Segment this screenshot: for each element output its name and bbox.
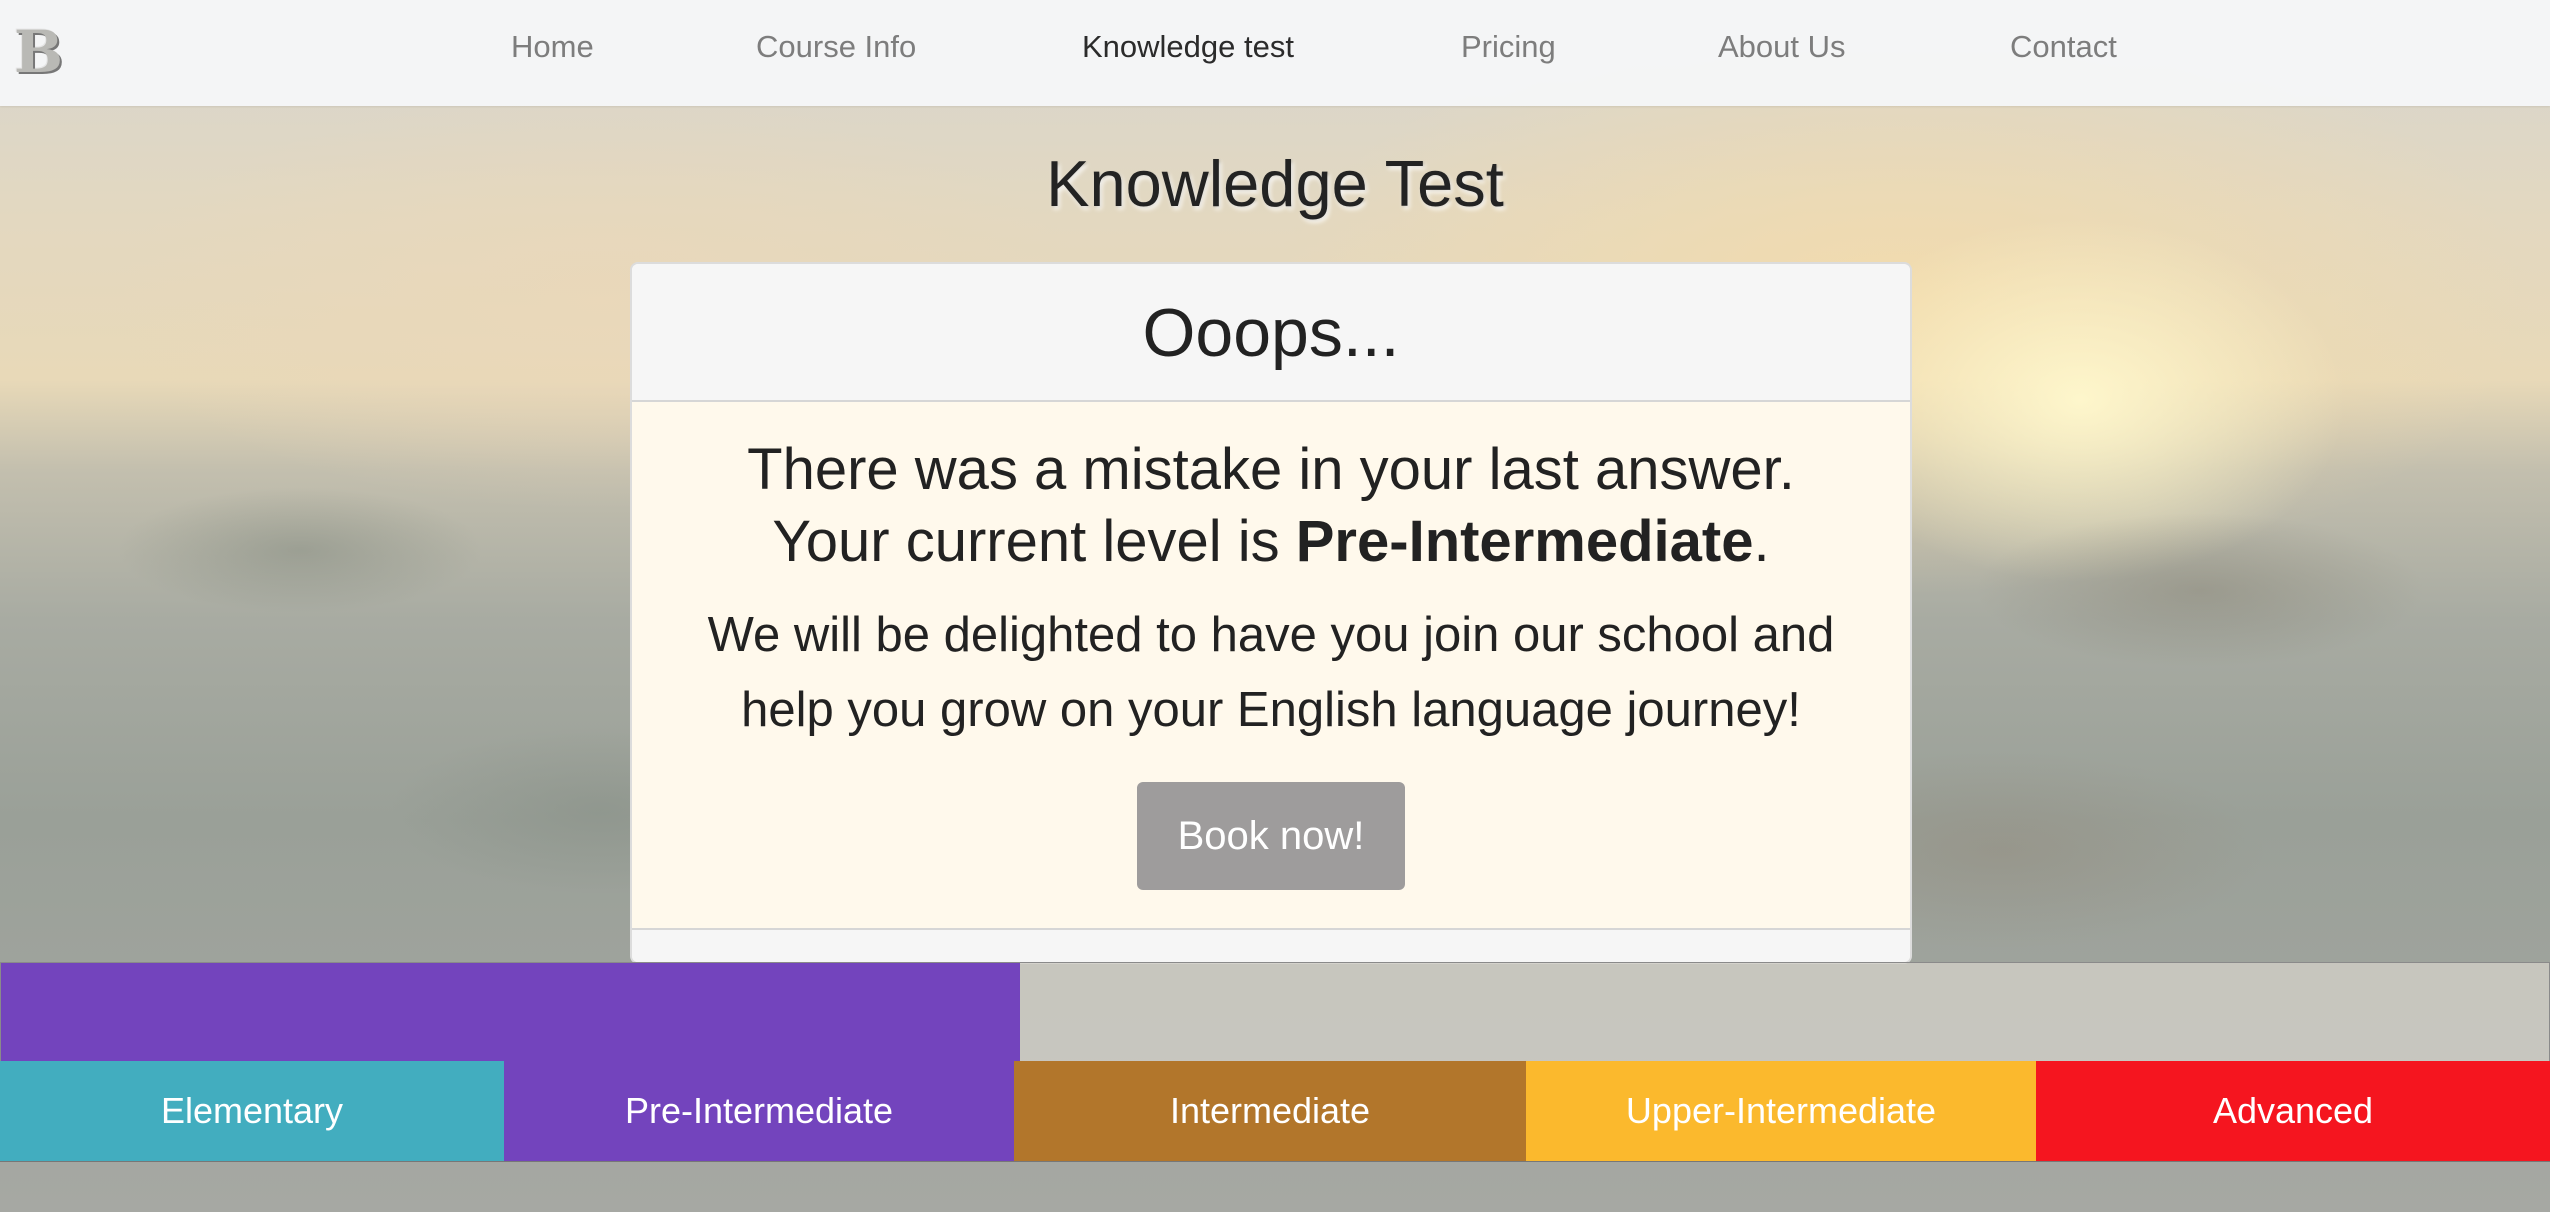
level-elementary[interactable]: Elementary (0, 1061, 504, 1161)
level-pre-intermediate[interactable]: Pre-Intermediate (504, 1061, 1014, 1161)
level-scale: Elementary Pre-Intermediate Intermediate… (0, 1061, 2550, 1162)
card-footer (632, 928, 1910, 962)
nav-item-contact[interactable]: Contact (2010, 29, 2117, 65)
nav-item-pricing[interactable]: Pricing (1461, 29, 1556, 65)
nav-item-home[interactable]: Home (511, 29, 594, 65)
current-level-value: Pre-Intermediate (1295, 509, 1754, 574)
nav-item-about-us[interactable]: About Us (1718, 29, 1846, 65)
card-header: Ooops... (632, 264, 1910, 402)
nav-item-knowledge-test[interactable]: Knowledge test (1082, 29, 1294, 65)
book-now-button[interactable]: Book now! (1137, 782, 1405, 890)
result-card: Ooops... There was a mistake in your las… (630, 262, 1912, 964)
level-advanced[interactable]: Advanced (2036, 1061, 2550, 1161)
navbar: B Home Course Info Knowledge test Pricin… (0, 0, 2550, 106)
level-intermediate[interactable]: Intermediate (1014, 1061, 1526, 1161)
mistake-message: There was a mistake in your last answer. (747, 437, 1795, 502)
level-upper-intermediate[interactable]: Upper-Intermediate (1526, 1061, 2036, 1161)
page-title: Knowledge Test (1046, 147, 1504, 220)
current-level-prefix: Your current level is (772, 509, 1296, 574)
nav-item-course-info[interactable]: Course Info (756, 29, 916, 65)
level-progress-fill (1, 963, 1021, 1061)
brand-logo[interactable]: B (14, 23, 72, 81)
invitation-message: We will be delighted to have you join ou… (707, 608, 1835, 737)
current-level-suffix: . (1753, 509, 1770, 574)
card-body: There was a mistake in your last answer.… (632, 402, 1910, 928)
level-progress-bar (0, 962, 2550, 1062)
card-header-title: Ooops... (1142, 295, 1400, 371)
current-level-message: Your current level is Pre-Intermediate. (632, 508, 1910, 575)
